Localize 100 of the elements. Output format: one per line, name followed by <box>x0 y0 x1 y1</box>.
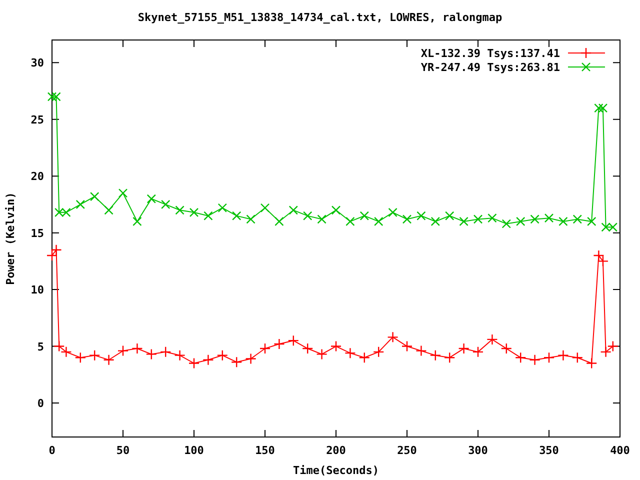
chart-title: Skynet_57155_M51_13838_14734_cal.txt, LOWRES, ralongmap <box>138 11 502 24</box>
data-point <box>132 216 142 226</box>
tick-label: 50 <box>116 444 130 457</box>
tick-label: 300 <box>468 444 488 457</box>
legend-label: YR-247.49 Tsys:263.81 <box>420 61 560 74</box>
data-point <box>52 92 61 102</box>
data-point <box>416 211 426 220</box>
data-point <box>500 342 512 354</box>
data-point <box>50 244 62 256</box>
tick-label: 15 <box>30 226 44 240</box>
data-point <box>54 208 64 217</box>
y-axis-label: Power (Kelvin) <box>4 192 17 285</box>
data-point <box>572 214 582 224</box>
data-point <box>302 342 314 354</box>
data-point <box>204 211 213 220</box>
data-point <box>46 250 58 262</box>
data-point <box>188 358 200 369</box>
data-point <box>488 213 497 223</box>
tick-label: 20 <box>30 170 44 184</box>
data-point <box>472 346 484 358</box>
data-point <box>54 340 65 352</box>
data-point <box>544 213 554 223</box>
data-point <box>594 103 604 113</box>
data-point <box>572 352 583 364</box>
x-axis-label: Time(Seconds) <box>292 464 380 477</box>
data-point <box>74 352 86 364</box>
legend-sample <box>568 47 606 59</box>
data-point <box>515 352 526 364</box>
data-point <box>593 250 604 262</box>
data-point <box>316 348 328 360</box>
data-point <box>529 354 540 366</box>
data-point <box>601 222 610 232</box>
data-point <box>62 208 71 217</box>
data-point <box>445 211 454 220</box>
data-point <box>216 350 228 361</box>
tick-label: 200 <box>326 444 346 457</box>
data-point <box>132 342 143 354</box>
data-point <box>358 352 370 364</box>
data-point <box>543 352 555 364</box>
tick-label: 5 <box>37 340 44 354</box>
data-point <box>232 211 242 220</box>
data-point <box>444 352 456 364</box>
data-point <box>558 350 569 361</box>
data-point <box>416 345 427 356</box>
data-point <box>346 216 355 226</box>
tick-label: 350 <box>539 444 559 457</box>
data-point <box>344 347 356 359</box>
data-point <box>360 211 369 220</box>
data-point <box>330 340 342 352</box>
data-point <box>274 216 284 226</box>
data-point <box>174 350 186 361</box>
data-point <box>303 211 312 220</box>
data-point <box>76 200 85 210</box>
data-point <box>189 208 199 217</box>
data-point <box>402 214 412 224</box>
data-point <box>430 216 440 226</box>
data-point <box>90 192 100 202</box>
data-point <box>387 332 398 343</box>
data-point <box>231 356 242 368</box>
data-point <box>608 222 618 232</box>
data-point <box>246 214 256 224</box>
data-point <box>459 216 468 226</box>
data-point <box>288 206 298 215</box>
data-point <box>317 214 326 224</box>
data-point <box>146 348 157 360</box>
data-point <box>486 334 498 346</box>
data-point <box>587 216 596 226</box>
data-point <box>259 342 271 354</box>
data-point <box>586 358 598 369</box>
data-point <box>260 203 270 212</box>
data-point <box>458 342 470 354</box>
tick-label: 400 <box>610 444 630 457</box>
data-point <box>118 188 128 198</box>
data-point <box>103 354 114 366</box>
tick-label: 0 <box>37 396 44 410</box>
data-point <box>104 206 114 215</box>
tick-label: 25 <box>30 113 44 126</box>
data-point <box>373 346 384 358</box>
data-point <box>288 334 299 346</box>
tick-label: 0 <box>48 444 56 457</box>
data-point <box>597 256 609 267</box>
data-point <box>331 206 341 215</box>
data-point <box>607 340 618 352</box>
data-point <box>516 216 526 226</box>
data-point <box>202 354 214 366</box>
tick-label: 250 <box>397 444 417 457</box>
legend-sample <box>568 62 606 72</box>
data-point <box>60 346 72 358</box>
data-point <box>47 92 57 102</box>
data-point <box>160 346 172 358</box>
data-point <box>473 214 483 224</box>
data-point <box>274 338 285 350</box>
data-point <box>502 219 511 228</box>
data-point <box>598 103 608 113</box>
tick-label: 10 <box>30 284 44 297</box>
data-point <box>245 353 256 364</box>
tick-label: 100 <box>184 444 204 457</box>
data-point <box>161 200 170 210</box>
tick-label: 30 <box>30 56 44 70</box>
data-point <box>388 208 398 217</box>
